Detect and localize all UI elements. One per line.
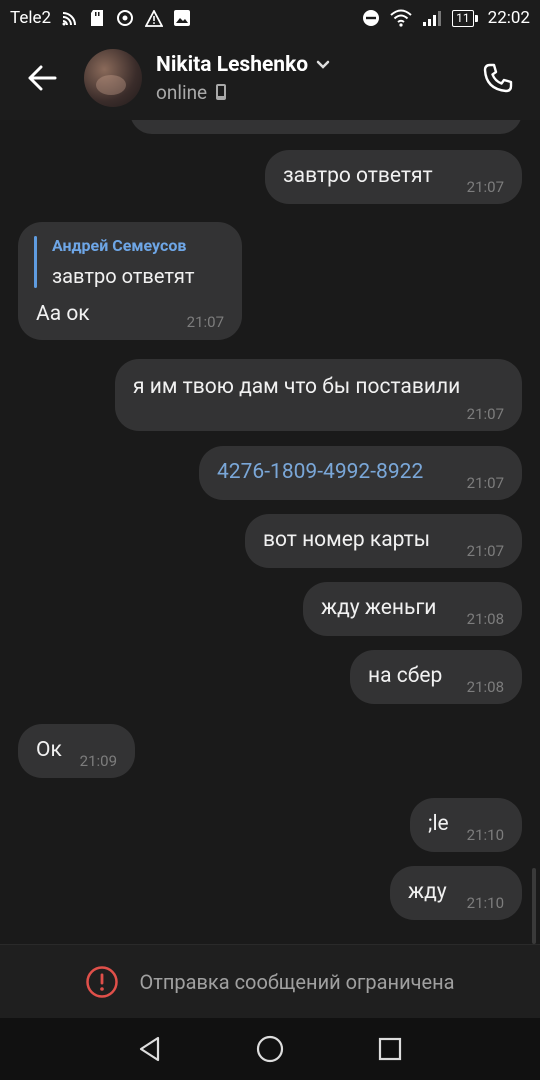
message-time: 21:07	[466, 178, 504, 196]
message-time: 21:07	[466, 542, 504, 560]
message-text: жду женьги	[321, 596, 437, 620]
message-time: 21:09	[79, 752, 117, 770]
warning-icon	[145, 9, 164, 27]
chat-header: Nikita Leshenko online	[0, 36, 540, 120]
arrow-left-icon	[28, 65, 57, 91]
card-number-link[interactable]: 4276-1809-4992-8922	[217, 460, 423, 484]
message-text: я им твою дам что бы поставили	[133, 375, 461, 399]
contact-status: online	[156, 80, 208, 104]
system-navigation-bar	[0, 1018, 540, 1080]
status-time: 22:02	[487, 8, 530, 28]
message-text: на сбер	[368, 664, 443, 688]
nav-back-button[interactable]	[120, 1019, 180, 1079]
message-bubble-incoming[interactable]: Ок 21:09	[18, 724, 135, 778]
message-bubble-outgoing[interactable]: жду женьги 21:08	[303, 582, 522, 636]
message-time: 21:08	[466, 678, 504, 696]
battery-icon: 11	[452, 9, 478, 27]
message-time: 21:08	[466, 610, 504, 628]
message-time: 21:10	[466, 894, 504, 912]
hotspot-icon	[115, 9, 135, 27]
wifi-icon	[390, 9, 412, 27]
contact-info[interactable]: Nikita Leshenko online	[156, 53, 330, 104]
restriction-text: Отправка сообщений ограничена	[139, 969, 455, 994]
sd-card-icon	[89, 9, 105, 27]
message-bubble-outgoing[interactable]: ;le 21:10	[410, 798, 522, 852]
message-time: 21:10	[466, 826, 504, 844]
battery-level: 11	[452, 9, 474, 27]
message-time: 21:07	[186, 313, 224, 331]
chevron-down-icon[interactable]	[316, 60, 330, 70]
message-bubble-outgoing[interactable]: я им твою дам что бы поставили 21:07	[115, 359, 522, 431]
message-bubble-incoming[interactable]: Андрей Семеусов завтро ответят Аа ок 21:…	[18, 222, 242, 340]
exclamation-circle-icon	[86, 965, 119, 998]
message-text: ;le	[428, 812, 449, 836]
nav-home-button[interactable]	[240, 1019, 300, 1079]
message-bubble-outgoing[interactable]: на сбер 21:08	[350, 650, 522, 704]
message-bubble-partial[interactable]	[130, 120, 522, 134]
square-recents-icon	[378, 1037, 402, 1061]
back-button[interactable]	[0, 36, 84, 120]
triangle-back-icon	[139, 1036, 160, 1062]
messaging-restricted-bar: Отправка сообщений ограничена	[0, 944, 540, 1018]
avatar[interactable]	[84, 49, 142, 107]
message-time: 21:07	[466, 405, 504, 423]
message-time: 21:07	[466, 474, 504, 492]
circle-home-icon	[256, 1035, 284, 1063]
message-text: вот номер карты	[263, 528, 431, 552]
reply-author[interactable]: Андрей Семеусов	[52, 236, 186, 255]
message-list[interactable]: завтро ответят 21:07 Андрей Семеусов зав…	[0, 120, 540, 944]
status-bar: Tele2 11 22:02	[0, 0, 540, 36]
mobile-device-icon	[216, 84, 227, 100]
do-not-disturb-icon	[362, 9, 380, 27]
message-text: Аа ок	[36, 302, 90, 326]
call-button[interactable]	[456, 36, 540, 120]
cast-icon	[61, 9, 79, 27]
phone-icon	[483, 63, 513, 93]
message-bubble-outgoing[interactable]: завтро ответят 21:07	[265, 150, 522, 204]
message-bubble-outgoing[interactable]: 4276-1809-4992-8922 21:07	[199, 446, 522, 500]
message-text: завтро ответят	[283, 164, 433, 188]
signal-icon	[422, 9, 442, 27]
contact-name[interactable]: Nikita Leshenko	[156, 53, 308, 77]
reply-accent-bar	[34, 236, 37, 288]
message-bubble-outgoing[interactable]: жду 21:10	[390, 866, 522, 920]
message-text: Ок	[36, 738, 62, 762]
carrier-label: Tele2	[10, 8, 52, 28]
message-bubble-outgoing[interactable]: вот номер карты 21:07	[245, 514, 522, 568]
scrollbar[interactable]	[532, 868, 536, 944]
image-icon	[173, 9, 191, 27]
message-text: жду	[408, 880, 447, 904]
nav-recents-button[interactable]	[360, 1019, 420, 1079]
reply-text[interactable]: завтро ответят	[52, 264, 195, 288]
